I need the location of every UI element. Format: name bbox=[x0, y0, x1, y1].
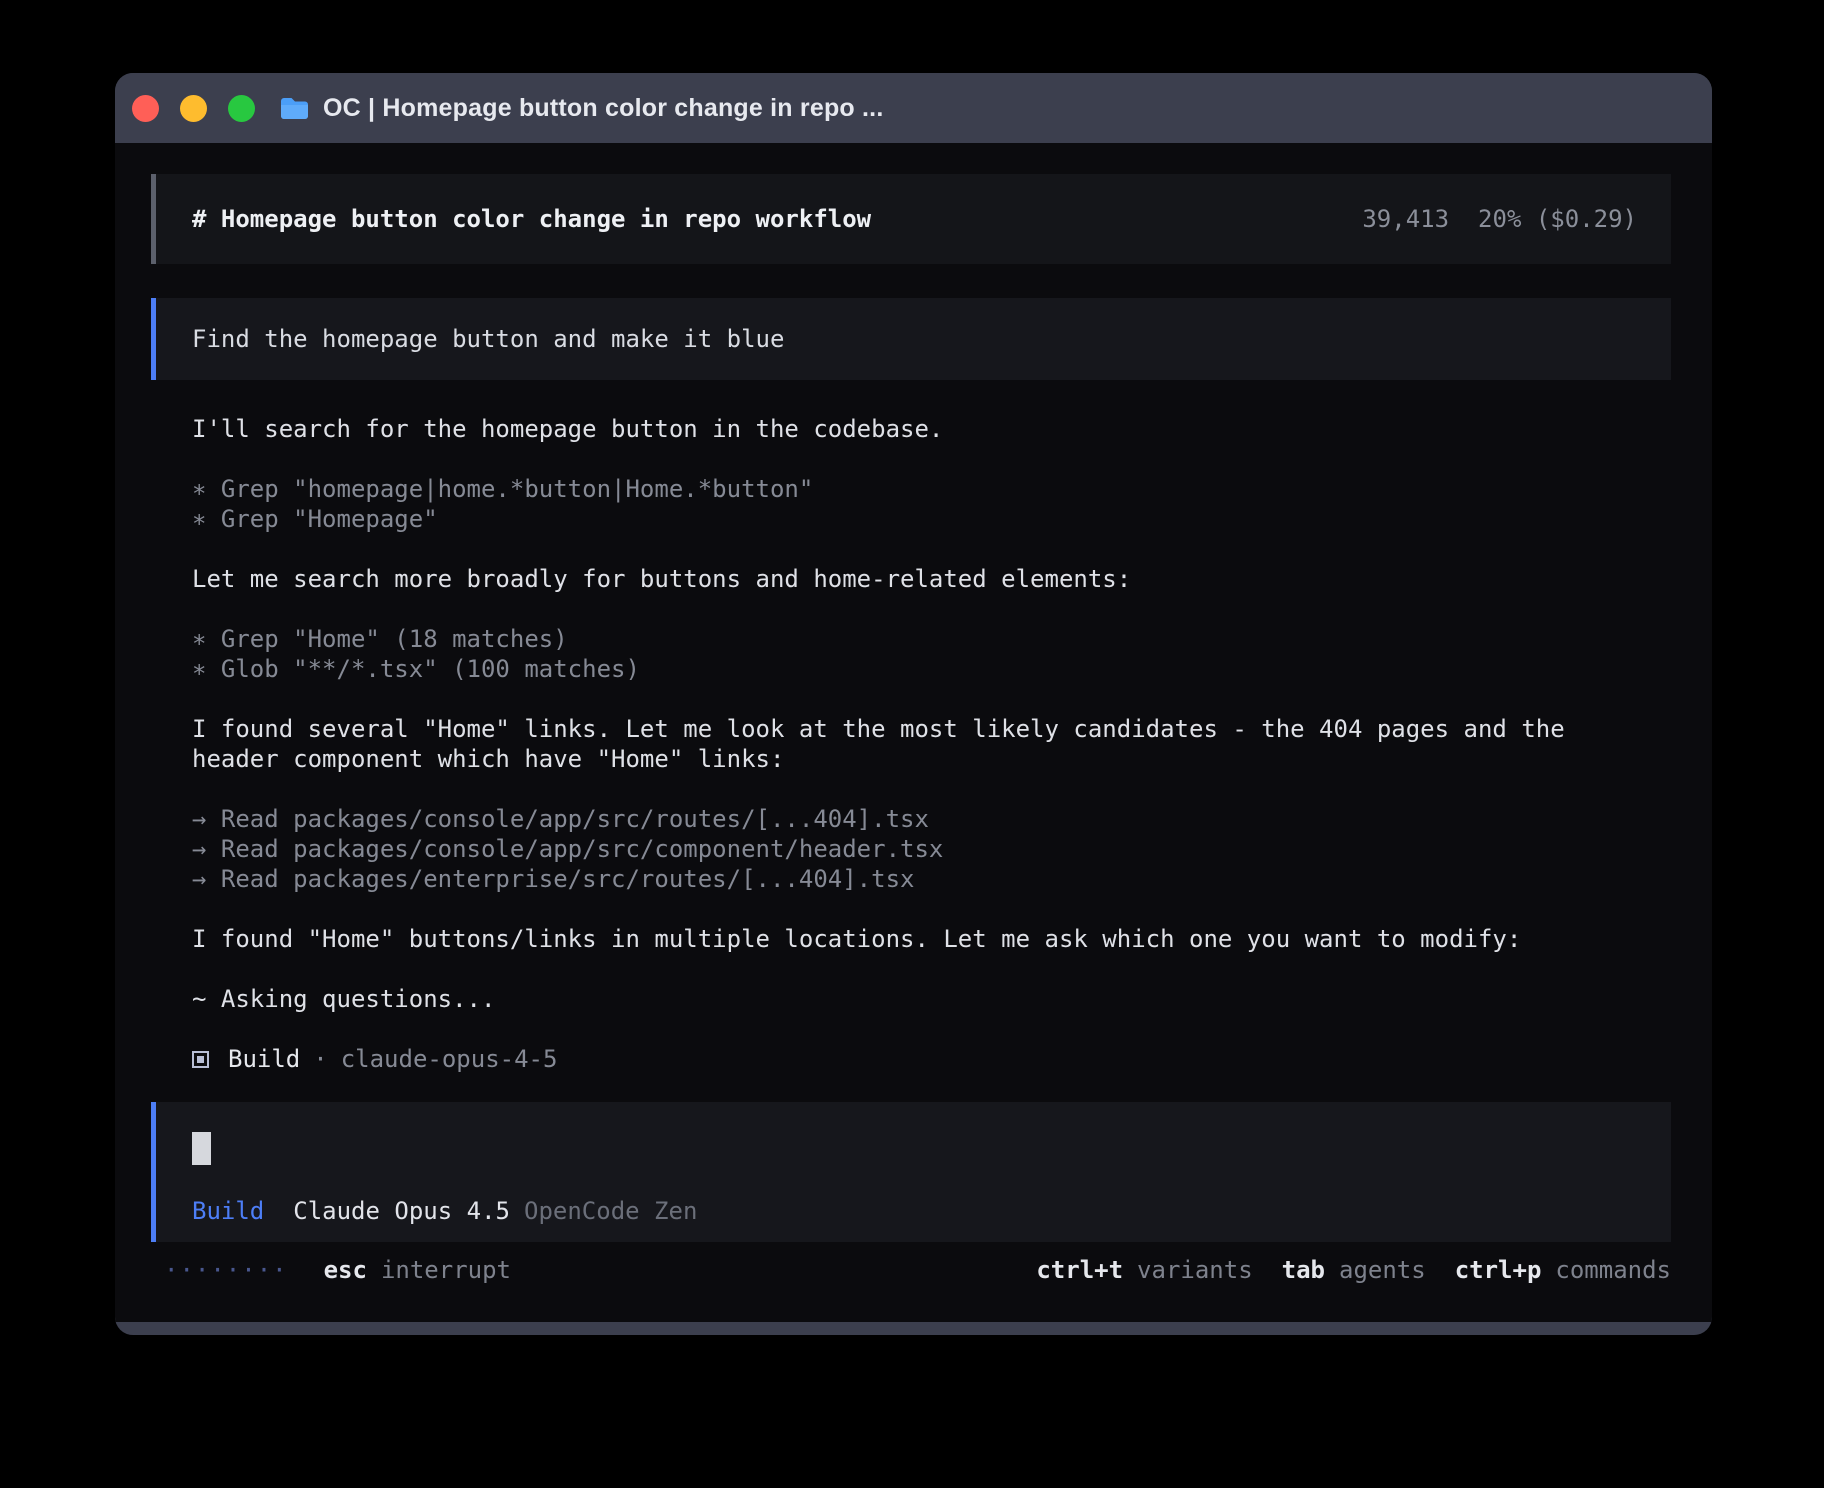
input-provider-label: OpenCode Zen bbox=[524, 1197, 697, 1225]
statusbar-hints: ctrl+tvariants tabagents ctrl+pcommands bbox=[1007, 1255, 1671, 1285]
agent-name: Build bbox=[228, 1044, 300, 1074]
tool-call-group: ∗ Grep "Home" (18 matches) ∗ Glob "**/*.… bbox=[192, 624, 1671, 684]
tool-call-read: → Read packages/console/app/src/routes/[… bbox=[192, 804, 1671, 834]
text-cursor bbox=[192, 1132, 211, 1165]
assistant-text: I'll search for the homepage button in t… bbox=[192, 414, 1671, 444]
conversation-scroll-area[interactable]: # Homepage button color change in repo w… bbox=[115, 143, 1712, 1255]
interrupt-key: esc bbox=[324, 1255, 367, 1285]
tool-call-group: ∗ Grep "homepage|home.*button|Home.*butt… bbox=[192, 474, 1671, 534]
session-header: # Homepage button color change in repo w… bbox=[151, 174, 1671, 264]
context-usage: 20% ($0.29) bbox=[1478, 205, 1637, 233]
terminal-main: # Homepage button color change in repo w… bbox=[115, 143, 1712, 1335]
window-titlebar[interactable]: OC | Homepage button color change in rep… bbox=[115, 73, 1712, 143]
prompt-input[interactable]: Build Claude Opus 4.5 OpenCode Zen bbox=[151, 1102, 1671, 1242]
agent-mode-icon bbox=[192, 1051, 209, 1068]
tool-call-grep: ∗ Grep "Home" (18 matches) bbox=[192, 624, 1671, 654]
window-bottom-frame bbox=[115, 1322, 1712, 1335]
token-count: 39,413 bbox=[1362, 205, 1449, 233]
assistant-text: I found several "Home" links. Let me loo… bbox=[192, 714, 1671, 774]
close-button[interactable] bbox=[132, 95, 159, 122]
app-window: OC | Homepage button color change in rep… bbox=[115, 73, 1712, 1335]
zoom-button[interactable] bbox=[228, 95, 255, 122]
assistant-text: Let me search more broadly for buttons a… bbox=[192, 564, 1671, 594]
input-model-label: Claude Opus 4.5 bbox=[293, 1197, 510, 1225]
tool-call-grep: ∗ Grep "homepage|home.*button|Home.*butt… bbox=[192, 474, 1671, 504]
user-message-text: Find the homepage button and make it blu… bbox=[192, 324, 784, 354]
tool-call-group: → Read packages/console/app/src/routes/[… bbox=[192, 804, 1671, 894]
tool-call-read: → Read packages/enterprise/src/routes/[.… bbox=[192, 864, 1671, 894]
spinner-dots-icon: ········ bbox=[164, 1255, 288, 1285]
traffic-lights bbox=[132, 95, 255, 122]
session-stats: 39,413 20% ($0.29) bbox=[1362, 204, 1637, 234]
tool-call-glob: ∗ Glob "**/*.tsx" (100 matches) bbox=[192, 654, 1671, 684]
window-title: OC | Homepage button color change in rep… bbox=[323, 94, 883, 123]
hint-commands: ctrl+pcommands bbox=[1455, 1255, 1671, 1285]
minimize-button[interactable] bbox=[180, 95, 207, 122]
session-title: # Homepage button color change in repo w… bbox=[192, 204, 871, 234]
agent-model: claude-opus-4-5 bbox=[341, 1044, 558, 1074]
tool-call-read: → Read packages/console/app/src/componen… bbox=[192, 834, 1671, 864]
tool-call-grep: ∗ Grep "Homepage" bbox=[192, 504, 1671, 534]
status-bar: ········ esc interrupt ctrl+tvariants ta… bbox=[115, 1255, 1712, 1322]
folder-icon bbox=[279, 96, 310, 121]
hint-agents: tabagents bbox=[1282, 1255, 1426, 1285]
input-mode-label: Build bbox=[192, 1197, 264, 1225]
input-statusline: Build Claude Opus 4.5 OpenCode Zen bbox=[192, 1196, 1637, 1226]
working-status: ~ Asking questions... bbox=[192, 984, 1671, 1014]
hint-variants: ctrl+tvariants bbox=[1036, 1255, 1252, 1285]
interrupt-label: interrupt bbox=[381, 1255, 511, 1285]
statusbar-left: ········ esc interrupt bbox=[164, 1255, 511, 1285]
user-message: Find the homepage button and make it blu… bbox=[151, 298, 1671, 380]
agent-badge: Build · claude-opus-4-5 bbox=[192, 1044, 1671, 1074]
agent-separator: · bbox=[313, 1044, 327, 1074]
assistant-text: I found "Home" buttons/links in multiple… bbox=[192, 924, 1671, 954]
